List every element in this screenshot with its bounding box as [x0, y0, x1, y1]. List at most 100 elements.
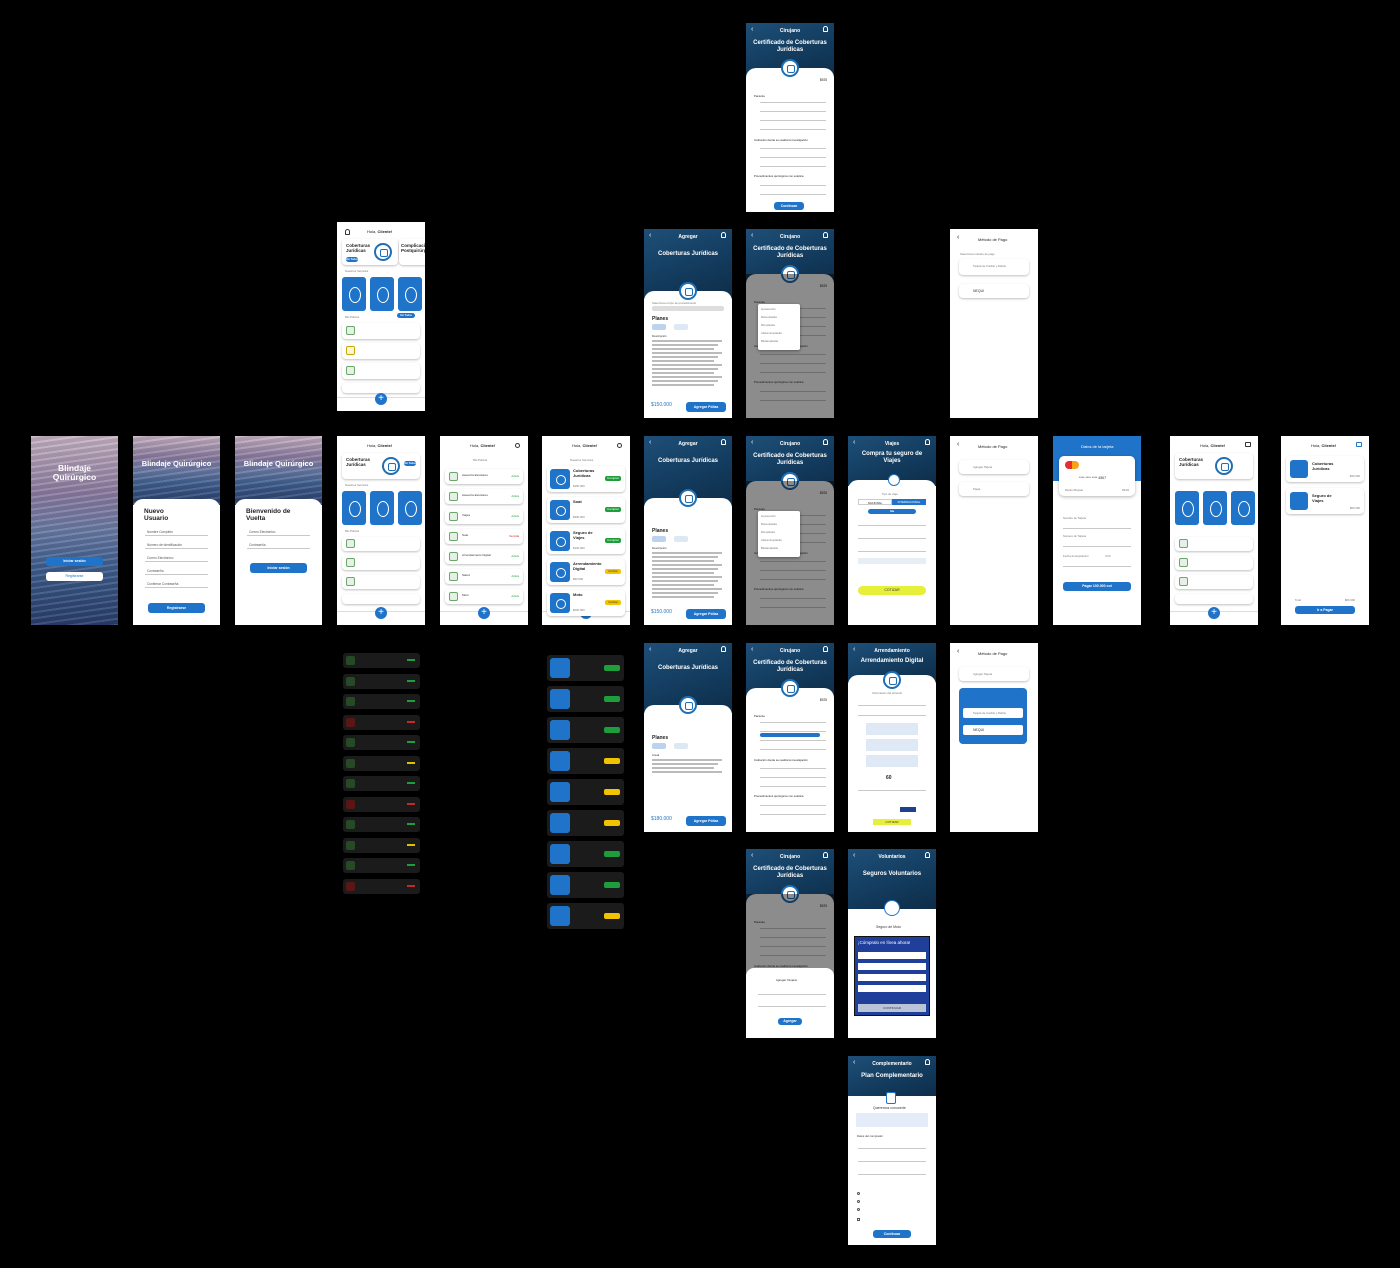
back-icon[interactable]: ‹ [957, 234, 959, 241]
dropdown-option[interactable]: Liposucción [761, 307, 776, 311]
option-card[interactable]: Tarjeta de Crédito y Débito [963, 708, 1023, 718]
login-email[interactable]: Correo Electrónico [249, 530, 275, 534]
policy-row[interactable] [342, 363, 420, 379]
cart-icon[interactable] [1356, 442, 1362, 447]
bell-icon[interactable] [823, 852, 828, 858]
pay-button[interactable]: Ir a Pagar [1295, 606, 1355, 614]
policy-row[interactable] [1175, 537, 1253, 551]
policy-row[interactable] [342, 343, 420, 359]
tile-viajes[interactable] [1203, 491, 1227, 525]
procedure-select[interactable] [652, 306, 724, 311]
policy-row[interactable] [342, 575, 420, 589]
bell-icon[interactable] [925, 1059, 930, 1065]
plan-tab[interactable] [674, 536, 688, 542]
cotizar-button[interactable]: COTIZAR [873, 819, 911, 825]
ver-button[interactable]: Ver Todos [404, 461, 416, 466]
cart-item[interactable]: Seguro de Viajes $50.000 [1286, 488, 1364, 514]
option-toggle[interactable] [900, 807, 916, 812]
form-input[interactable] [858, 985, 926, 992]
back-icon[interactable]: ‹ [957, 441, 959, 448]
bell-icon[interactable] [823, 26, 828, 32]
dropdown-option[interactable]: Blefaroplastia [761, 546, 778, 550]
cart-icon[interactable] [1245, 442, 1251, 447]
dropdown-option[interactable]: Rinoplastia [761, 530, 775, 534]
policy-row[interactable]: Moto Activa [445, 589, 523, 604]
bell-icon[interactable] [823, 646, 828, 652]
field-confirm[interactable]: Confirmar Contraseña [147, 582, 178, 586]
procedure-dropdown[interactable]: Liposucción Mamoplastia Rinoplastia Abdomin… [758, 304, 800, 350]
ver-todos-button[interactable]: Ver Todos [397, 313, 415, 318]
policy-row[interactable]: Soat Vencida [445, 529, 523, 544]
continuar-button[interactable]: Continuar [873, 1230, 911, 1238]
tile-viajes[interactable] [370, 491, 394, 525]
field-id[interactable]: Número de identificación [147, 543, 182, 547]
option-nequi[interactable]: NEQUI [959, 284, 1029, 298]
policy-row[interactable] [342, 383, 420, 393]
service-row[interactable]: Moto $200.000 Cotizar [547, 590, 625, 616]
field-password[interactable]: Contraseña [147, 569, 163, 573]
plan-tab[interactable] [652, 743, 666, 749]
card-complicaciones[interactable]: Complicaciones Postquirúrgicas [399, 239, 425, 265]
plan-tab[interactable] [652, 324, 666, 330]
add-fab-button[interactable]: + [1208, 607, 1220, 619]
form-input[interactable] [858, 952, 926, 959]
card-coberturas[interactable]: Coberturas Jurídicas [1175, 453, 1253, 479]
policy-row[interactable]: Viajes Activa [445, 509, 523, 524]
option-agregar-tarjeta[interactable]: Agregar Tarjeta [959, 667, 1029, 681]
bell-icon[interactable] [721, 232, 726, 238]
add-fab-button[interactable]: + [478, 607, 490, 619]
bell-icon[interactable] [721, 439, 726, 445]
add-button[interactable] [760, 733, 820, 737]
continuar-button[interactable]: CONTINUAR [858, 1004, 926, 1012]
policy-row[interactable] [1175, 594, 1253, 604]
option-pagar[interactable]: Pagar [959, 482, 1029, 496]
tile-arrendamiento[interactable] [398, 491, 422, 525]
policy-row[interactable]: Asesoría Escolares Activa [445, 489, 523, 504]
service-row[interactable]: Coberturas Jurídicas $150.000 Comprar [547, 466, 625, 492]
tile-arrendamiento[interactable] [1231, 491, 1255, 525]
agregar-poliza-button[interactable]: Agregar Póliza [686, 816, 726, 826]
tile-soat[interactable] [342, 277, 366, 311]
dropdown-option[interactable]: Liposucción [761, 514, 776, 518]
policy-row[interactable] [342, 323, 420, 339]
plan-tab[interactable] [652, 536, 666, 542]
login-button[interactable]: Iniciar sesión [46, 557, 103, 566]
bell-icon[interactable] [823, 439, 828, 445]
service-row[interactable]: Seguro de Viajes $120.000 Comprar [547, 528, 625, 554]
service-row[interactable]: Soat $390.000 Comprar [547, 497, 625, 523]
field-email[interactable]: Correo Electrónico [147, 556, 173, 560]
search-icon[interactable] [617, 443, 622, 448]
dropdown-option[interactable]: Blefaroplastia [761, 339, 778, 343]
terms-checkbox[interactable] [857, 1218, 860, 1221]
tile-arrendamiento[interactable] [398, 277, 422, 311]
cotizar-button[interactable]: Cotizar [605, 569, 621, 574]
register-submit-button[interactable]: Registrarse [148, 603, 205, 613]
ida-toggle[interactable]: Ida [868, 509, 916, 514]
radio-option[interactable] [857, 1208, 860, 1211]
policy-row[interactable]: Salud Activa [445, 569, 523, 584]
dropdown-option[interactable]: Mamoplastia [761, 315, 777, 319]
cotizar-button[interactable]: COTIZAR [858, 586, 926, 595]
tile-viajes[interactable] [370, 277, 394, 311]
option-agregar-tarjeta[interactable]: Agregar Tarjeta [959, 460, 1029, 474]
policy-row[interactable] [342, 594, 420, 604]
agregar-poliza-button[interactable]: Agregar Póliza [686, 402, 726, 412]
add-fab-button[interactable]: + [375, 607, 387, 619]
bell-icon[interactable] [721, 646, 726, 652]
policy-row[interactable]: Arrendamiento Digital Activa [445, 549, 523, 564]
continuar-button[interactable]: Continuar [774, 202, 804, 210]
comprar-button[interactable]: Comprar [605, 538, 621, 543]
plan-tab[interactable] [674, 743, 688, 749]
policy-row[interactable] [342, 537, 420, 551]
login-submit-button[interactable]: Iniciar sesión [250, 563, 307, 573]
policy-row[interactable]: Asesoría Escolares Activa [445, 469, 523, 484]
form-input[interactable] [858, 974, 926, 981]
search-icon[interactable] [515, 443, 520, 448]
field-name[interactable]: Nombre Completo [147, 530, 173, 534]
card-coberturas[interactable]: Coberturas Jurídicas Ver Todos [342, 239, 398, 265]
bell-icon[interactable] [345, 229, 350, 235]
cotizar-button[interactable]: Cotizar [605, 600, 621, 605]
policy-row[interactable] [1175, 575, 1253, 589]
back-icon[interactable]: ‹ [957, 648, 959, 655]
viajes-date-field[interactable] [858, 558, 926, 564]
